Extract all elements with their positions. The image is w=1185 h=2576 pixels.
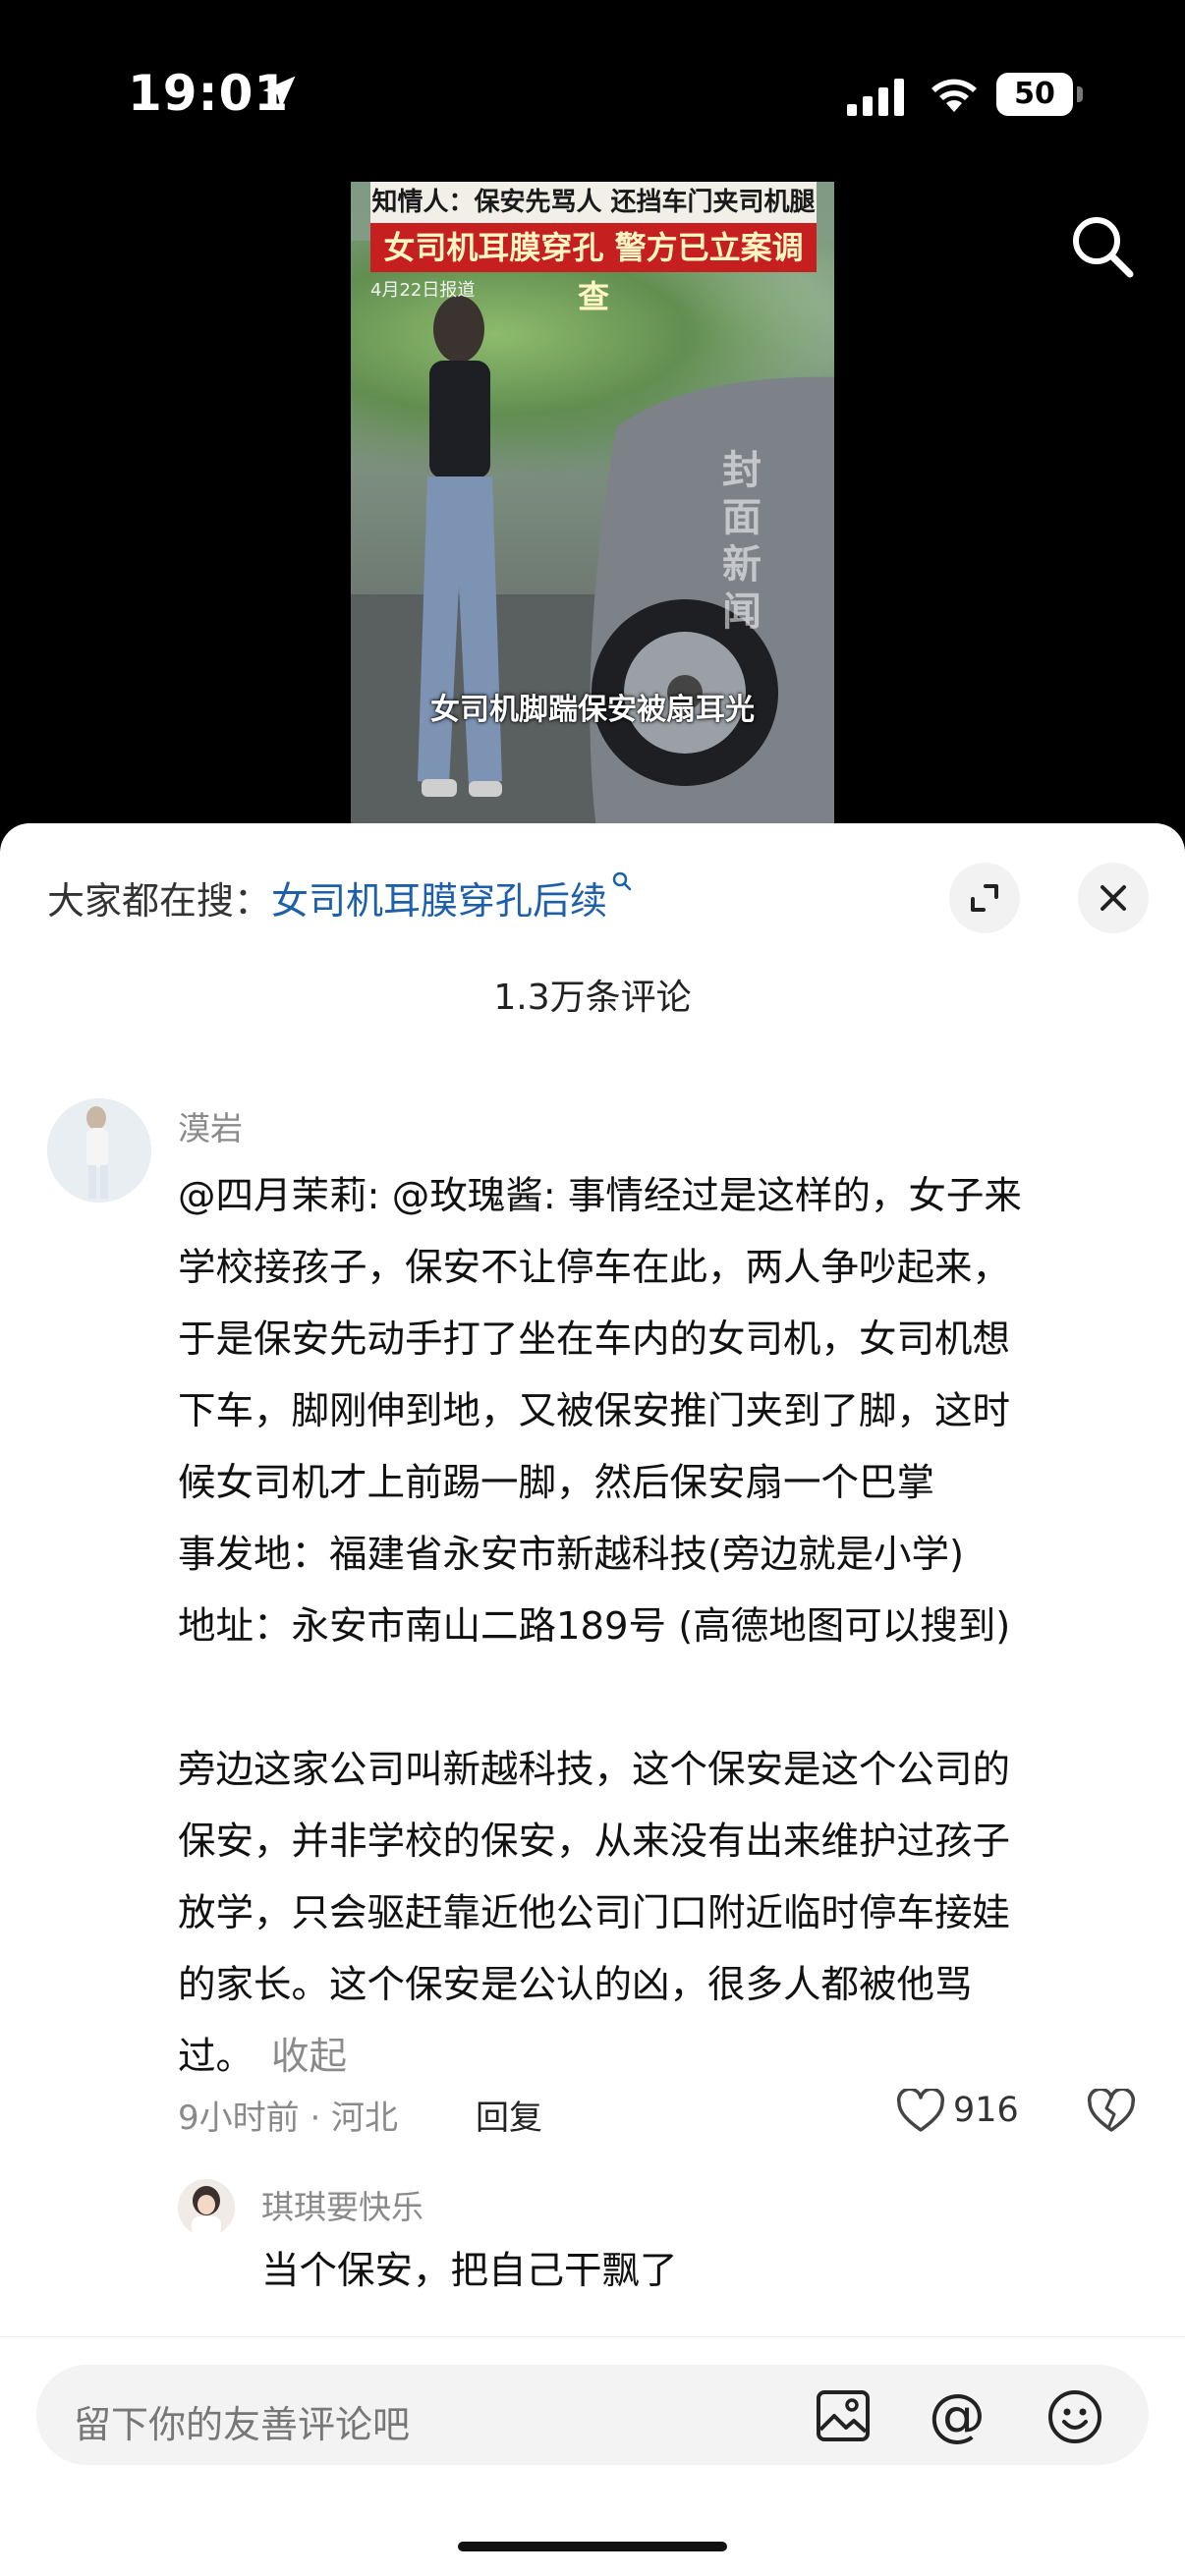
comment-line: 于是保安先动手打了坐在车内的女司机，女司机想 [178, 1317, 1011, 1362]
cellular-signal-icon [847, 79, 904, 116]
comment-line: 事发地：福建省永安市新越科技(旁边就是小学) [178, 1533, 965, 1577]
reply-avatar-image [178, 2179, 235, 2236]
trending-search-bar[interactable]: 大家都在搜：女司机耳膜穿孔后续 [47, 870, 633, 924]
comment-line: @四月茉莉: @玫瑰酱: 事情经过是这样的，女子来 [178, 1174, 1022, 1218]
reply-text: 当个保安，把自己干飘了 [261, 2249, 678, 2293]
comment-username[interactable]: 漠岩 [178, 1102, 243, 1149]
comment-line: 候女司机才上前踢一脚，然后保安扇一个巴掌 [178, 1461, 935, 1505]
heart-icon[interactable] [896, 2089, 945, 2134]
comment-line: 地址：永安市南山二路189号 (高德地图可以搜到) [178, 1604, 1011, 1649]
video-player[interactable]: 知情人：保安先骂人 还挡车门夹司机腿 女司机耳膜穿孔 警方已立案调查 4月22日… [351, 182, 834, 824]
reply-avatar[interactable] [178, 2179, 235, 2236]
video-date: 4月22日报道 [370, 280, 476, 301]
broken-heart-icon[interactable] [1087, 2089, 1136, 2134]
comment-last-line: 过。 收起 [178, 2021, 1141, 2093]
video-headline-top: 知情人：保安先骂人 还挡车门夹司机腿 [370, 182, 817, 223]
collapse-link[interactable]: 收起 [271, 2035, 347, 2079]
image-icon[interactable] [815, 2388, 872, 2443]
like-count: 916 [953, 2091, 1019, 2130]
emoji-icon[interactable] [1046, 2388, 1103, 2445]
status-bar: 19:01 50 [0, 0, 1185, 196]
comment-input-placeholder: 留下你的友善评论吧 [74, 2403, 411, 2446]
comment-line: 放学，只会驱赶靠近他公司门口附近临时停车接娃 [178, 1891, 1011, 1935]
comment-line: 下车，脚刚伸到地，又被保安推门夹到了脚，这时 [178, 1389, 1011, 1433]
trending-search-link[interactable]: 女司机耳膜穿孔后续 [271, 879, 607, 923]
reply-button[interactable]: 回复 [476, 2091, 542, 2139]
search-icon[interactable] [1067, 211, 1136, 280]
comment-line: 的家长。这个保安是公认的凶，很多人都被他骂 [178, 1963, 973, 2007]
battery-icon: 50 [996, 73, 1073, 116]
comment-line: 过。 [178, 2035, 254, 2079]
location-arrow-icon [262, 76, 296, 109]
avatar[interactable] [47, 1098, 151, 1203]
battery-tip [1077, 86, 1083, 102]
close-button[interactable] [1078, 863, 1149, 933]
comment-line: 学校接孩子，保安不让停车在此，两人争吵起来， [178, 1246, 1011, 1290]
home-indicator[interactable] [458, 2542, 727, 2551]
comment-count: 1.3万条评论 [493, 978, 692, 1018]
video-subtitle: 女司机脚踹保安被扇耳光 [430, 693, 755, 727]
reply-username[interactable]: 琪琪要快乐 [261, 2181, 423, 2228]
comment-meta: 9小时前 · 河北 [178, 2099, 399, 2138]
comment-input[interactable]: 留下你的友善评论吧 @ [36, 2365, 1149, 2465]
mention-icon[interactable]: @ [929, 2386, 986, 2443]
video-watermark: 封面新闻 [722, 448, 762, 635]
comment-line: 旁边这家公司叫新越科技，这个保安是这个公司的 [178, 1748, 1011, 1792]
video-headline-main: 女司机耳膜穿孔 警方已立案调查 [370, 223, 817, 315]
expand-icon [971, 884, 998, 912]
expand-button[interactable] [949, 863, 1020, 933]
comment-input-bar: 留下你的友善评论吧 @ [0, 2336, 1185, 2576]
comments-sheet: 大家都在搜：女司机耳膜穿孔后续 1.3万条评论 漠岩 @四月茉莉: @玫瑰酱: … [0, 823, 1185, 2576]
comment-line: 保安，并非学校的保安，从来没有出来维护过孩子 [178, 1820, 1011, 1864]
avatar-image [47, 1098, 151, 1203]
search-small-icon [612, 871, 632, 891]
close-icon [1100, 885, 1126, 911]
comment-body: @四月茉莉: @玫瑰酱: 事情经过是这样的，女子来 学校接孩子，保安不让停车在此… [178, 1160, 1141, 2093]
wifi-icon [931, 79, 977, 112]
trending-search-prefix: 大家都在搜： [47, 879, 272, 923]
